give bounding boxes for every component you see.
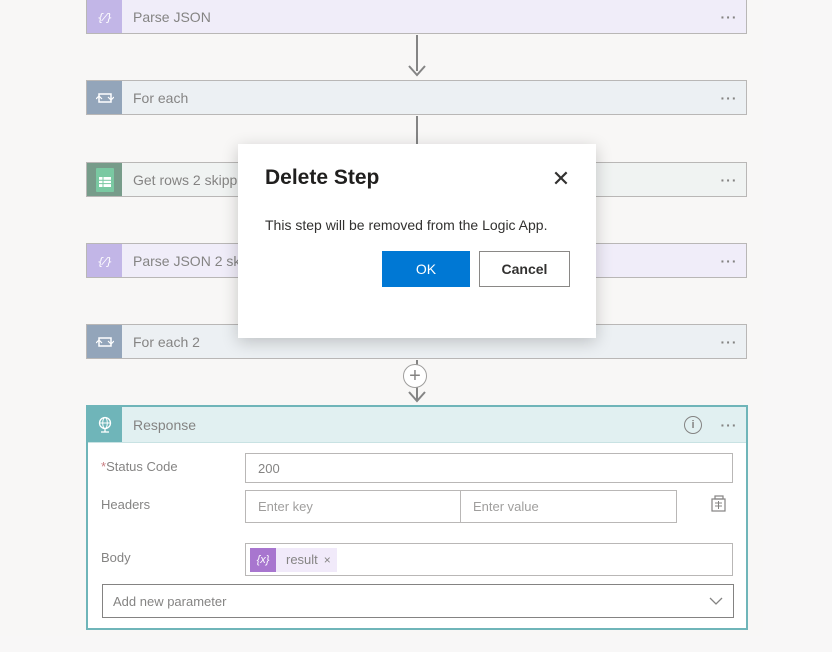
- cancel-button[interactable]: Cancel: [479, 251, 570, 287]
- close-icon[interactable]: ✕: [550, 168, 572, 190]
- delete-step-dialog: Delete Step ✕ This step will be removed …: [238, 144, 596, 338]
- ok-button[interactable]: OK: [382, 251, 470, 287]
- dialog-title: Delete Step: [265, 166, 380, 189]
- dialog-message: This step will be removed from the Logic…: [265, 217, 548, 233]
